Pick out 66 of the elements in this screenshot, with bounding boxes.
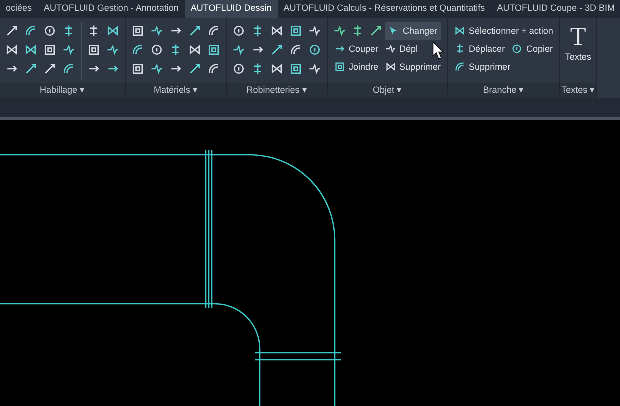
tool-icon[interactable]: [308, 24, 322, 38]
pipe-tool-icon[interactable]: [369, 24, 383, 38]
tool-icon[interactable]: [24, 43, 38, 57]
tool-icon[interactable]: [232, 43, 246, 57]
tool-icon[interactable]: [62, 43, 76, 57]
tool-icon[interactable]: [24, 24, 38, 38]
tool-icon[interactable]: [289, 24, 303, 38]
ribbon-tab[interactable]: ociées: [0, 0, 38, 18]
panel-title[interactable]: Habillage ▾: [0, 83, 125, 98]
ribbon-button[interactable]: Joindre: [331, 58, 382, 76]
tool-icon[interactable]: [270, 62, 284, 76]
mouse-cursor-icon: [432, 40, 446, 62]
tool-icon[interactable]: [270, 24, 284, 38]
ribbon-tab[interactable]: AUTOFLUID Coupe - 3D BIM: [491, 0, 620, 18]
tool-icon[interactable]: [150, 24, 164, 38]
tool-icon[interactable]: [289, 43, 303, 57]
tool-icon[interactable]: [106, 43, 120, 57]
tool-icon[interactable]: [131, 43, 145, 57]
ribbon-button[interactable]: Supprimer: [382, 58, 444, 76]
panel-title[interactable]: Branche ▾: [448, 83, 560, 98]
tool-icon[interactable]: [188, 24, 202, 38]
panel-title[interactable]: Matériels ▾: [126, 83, 226, 98]
tool-icon[interactable]: [289, 62, 303, 76]
tool-icon[interactable]: [150, 43, 164, 57]
tool-icon[interactable]: [131, 24, 145, 38]
tool-icon[interactable]: [62, 62, 76, 76]
tool-icon[interactable]: [188, 43, 202, 57]
text-button[interactable]: T Textes: [563, 22, 594, 62]
tool-icon[interactable]: [207, 43, 221, 57]
tool-icon[interactable]: [43, 24, 57, 38]
panel-title[interactable]: Textes ▾: [560, 83, 596, 98]
tool-icon[interactable]: [270, 43, 284, 57]
tool-icon[interactable]: [207, 62, 221, 76]
tool-icon: [384, 61, 397, 73]
tool-icon[interactable]: [207, 24, 221, 38]
panel-title[interactable]: Objet ▾: [328, 83, 448, 98]
tool-icon: [384, 43, 397, 55]
tool-icon[interactable]: [188, 62, 202, 76]
panel-title[interactable]: Robinetteries ▾: [227, 83, 327, 98]
tool-icon[interactable]: [232, 24, 246, 38]
ribbon-button[interactable]: Supprimer: [451, 58, 556, 76]
tool-icon: [334, 61, 346, 73]
tool-icon[interactable]: [308, 43, 322, 57]
ribbon-button[interactable]: Copier: [508, 40, 556, 58]
tool-icon[interactable]: [232, 62, 246, 76]
tool-icon[interactable]: [43, 43, 57, 57]
tool-icon[interactable]: [87, 43, 101, 57]
tool-icon[interactable]: [150, 62, 164, 76]
ribbon-tab[interactable]: AUTOFLUID Calculs - Réservations et Quantitatifs: [278, 0, 492, 18]
tool-icon: [454, 61, 466, 73]
ribbon-tab[interactable]: AUTOFLUID Gestion - Annotation: [38, 0, 185, 18]
tool-icon[interactable]: [5, 43, 19, 57]
ribbon-button[interactable]: Déplacer: [451, 40, 508, 58]
ribbon-button[interactable]: Sélectionner + action: [451, 22, 556, 40]
tool-icon: [454, 25, 466, 37]
ribbon-button[interactable]: Changer: [385, 22, 441, 40]
tool-icon: [511, 43, 524, 55]
ribbon-button[interactable]: Couper: [331, 40, 382, 58]
tool-icon[interactable]: [43, 62, 57, 76]
tool-icon[interactable]: [131, 62, 145, 76]
tool-icon[interactable]: [308, 62, 322, 76]
pipe-tool-icon[interactable]: [333, 24, 347, 38]
tool-icon[interactable]: [5, 24, 19, 38]
ribbon-tab[interactable]: AUTOFLUID Dessin: [184, 0, 278, 18]
tool-icon[interactable]: [24, 62, 38, 76]
tool-icon[interactable]: [106, 24, 120, 38]
